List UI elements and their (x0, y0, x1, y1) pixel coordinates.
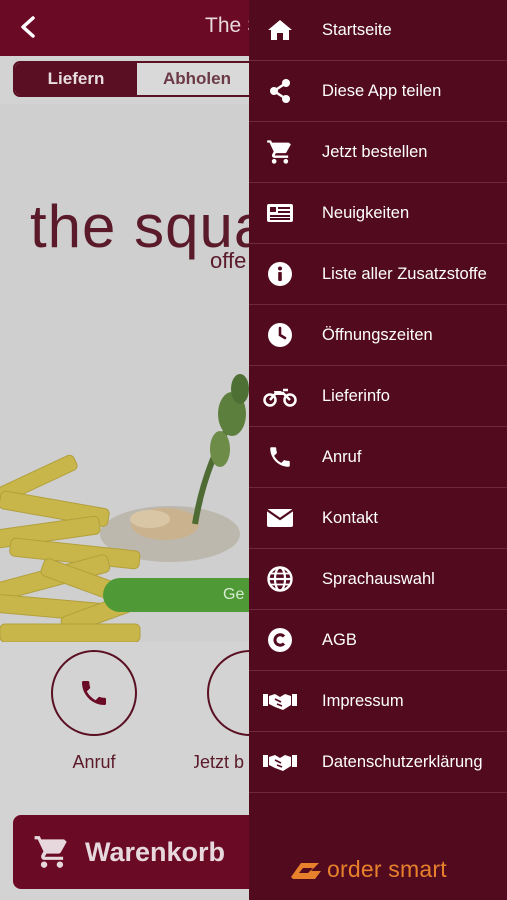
page-title: The S (205, 14, 249, 37)
menu-item-language[interactable]: Sprachauswahl (249, 549, 507, 610)
menu-item-label: AGB (322, 630, 357, 649)
menu-item-label: Liste aller Zusatzstoffe (322, 264, 487, 283)
menu-item-imprint[interactable]: Impressum (249, 671, 507, 732)
order-type-toggle: Liefern Abholen (13, 61, 273, 97)
menu-item-additives[interactable]: Liste aller Zusatzstoffe (249, 244, 507, 305)
menu-item-share[interactable]: Diese App teilen (249, 61, 507, 122)
clock-icon (249, 305, 311, 366)
menu-item-label: Kontakt (322, 508, 378, 527)
menu-item-label: Datenschutzerklärung (322, 752, 483, 771)
menu-item-terms[interactable]: AGB (249, 610, 507, 671)
menu-item-label: Jetzt bestellen (322, 142, 428, 161)
phone-icon (249, 427, 311, 488)
menu-item-label: Neuigkeiten (322, 203, 410, 222)
menu-item-contact[interactable]: Kontakt (249, 488, 507, 549)
tab-deliver[interactable]: Liefern (15, 63, 137, 95)
logo-text: order smart (327, 856, 447, 882)
menu-item-label: Diese App teilen (322, 81, 442, 100)
cart-icon (249, 122, 311, 183)
share-icon (249, 61, 311, 122)
back-button[interactable] (14, 12, 44, 42)
order-smart-logo-icon (291, 862, 321, 879)
home-icon (249, 0, 311, 61)
handshake-icon (249, 732, 311, 793)
menu-item-label: Anruf (322, 447, 362, 466)
quick-call-button[interactable]: Anruf (39, 650, 149, 773)
phone-icon (82, 681, 106, 705)
menu-item-delivery-info[interactable]: Lieferinfo (249, 366, 507, 427)
motorcycle-icon (249, 366, 311, 427)
menu-item-label: Sprachauswahl (322, 569, 435, 588)
quick-order-button[interactable]: Jetzt b (194, 650, 250, 773)
cart-label: Warenkorb (85, 836, 226, 867)
envelope-icon (249, 488, 311, 549)
quick-order-label: Jetzt b (194, 752, 245, 772)
globe-icon (249, 549, 311, 610)
menu-item-label: Lieferinfo (322, 386, 390, 405)
side-menu-drawer: Startseite Diese App teilen Jetzt bestel… (249, 0, 507, 900)
handshake-icon (249, 671, 311, 732)
menu-item-home[interactable]: Startseite (249, 0, 507, 61)
food-image (0, 104, 260, 642)
menu-item-label: Öffnungszeiten (322, 325, 433, 344)
info-icon (249, 244, 311, 305)
menu-item-call[interactable]: Anruf (249, 427, 507, 488)
copyright-icon (249, 610, 311, 671)
quick-call-label: Anruf (72, 752, 116, 772)
cart-icon (34, 836, 67, 868)
news-icon (249, 183, 311, 244)
menu-item-hours[interactable]: Öffnungszeiten (249, 305, 507, 366)
menu-item-order[interactable]: Jetzt bestellen (249, 122, 507, 183)
menu-item-privacy[interactable]: Datenschutzerklärung (249, 732, 507, 793)
brand-subtitle: offe (210, 248, 247, 273)
menu-item-news[interactable]: Neuigkeiten (249, 183, 507, 244)
menu-item-label: Impressum (322, 691, 404, 710)
order-smart-logo: order smart (289, 856, 447, 883)
quick-order-circle (207, 650, 250, 736)
tab-pickup[interactable]: Abholen (137, 63, 259, 95)
chevron-left-icon (21, 16, 35, 38)
menu-item-label: Startseite (322, 20, 392, 39)
quick-call-circle (51, 650, 137, 736)
